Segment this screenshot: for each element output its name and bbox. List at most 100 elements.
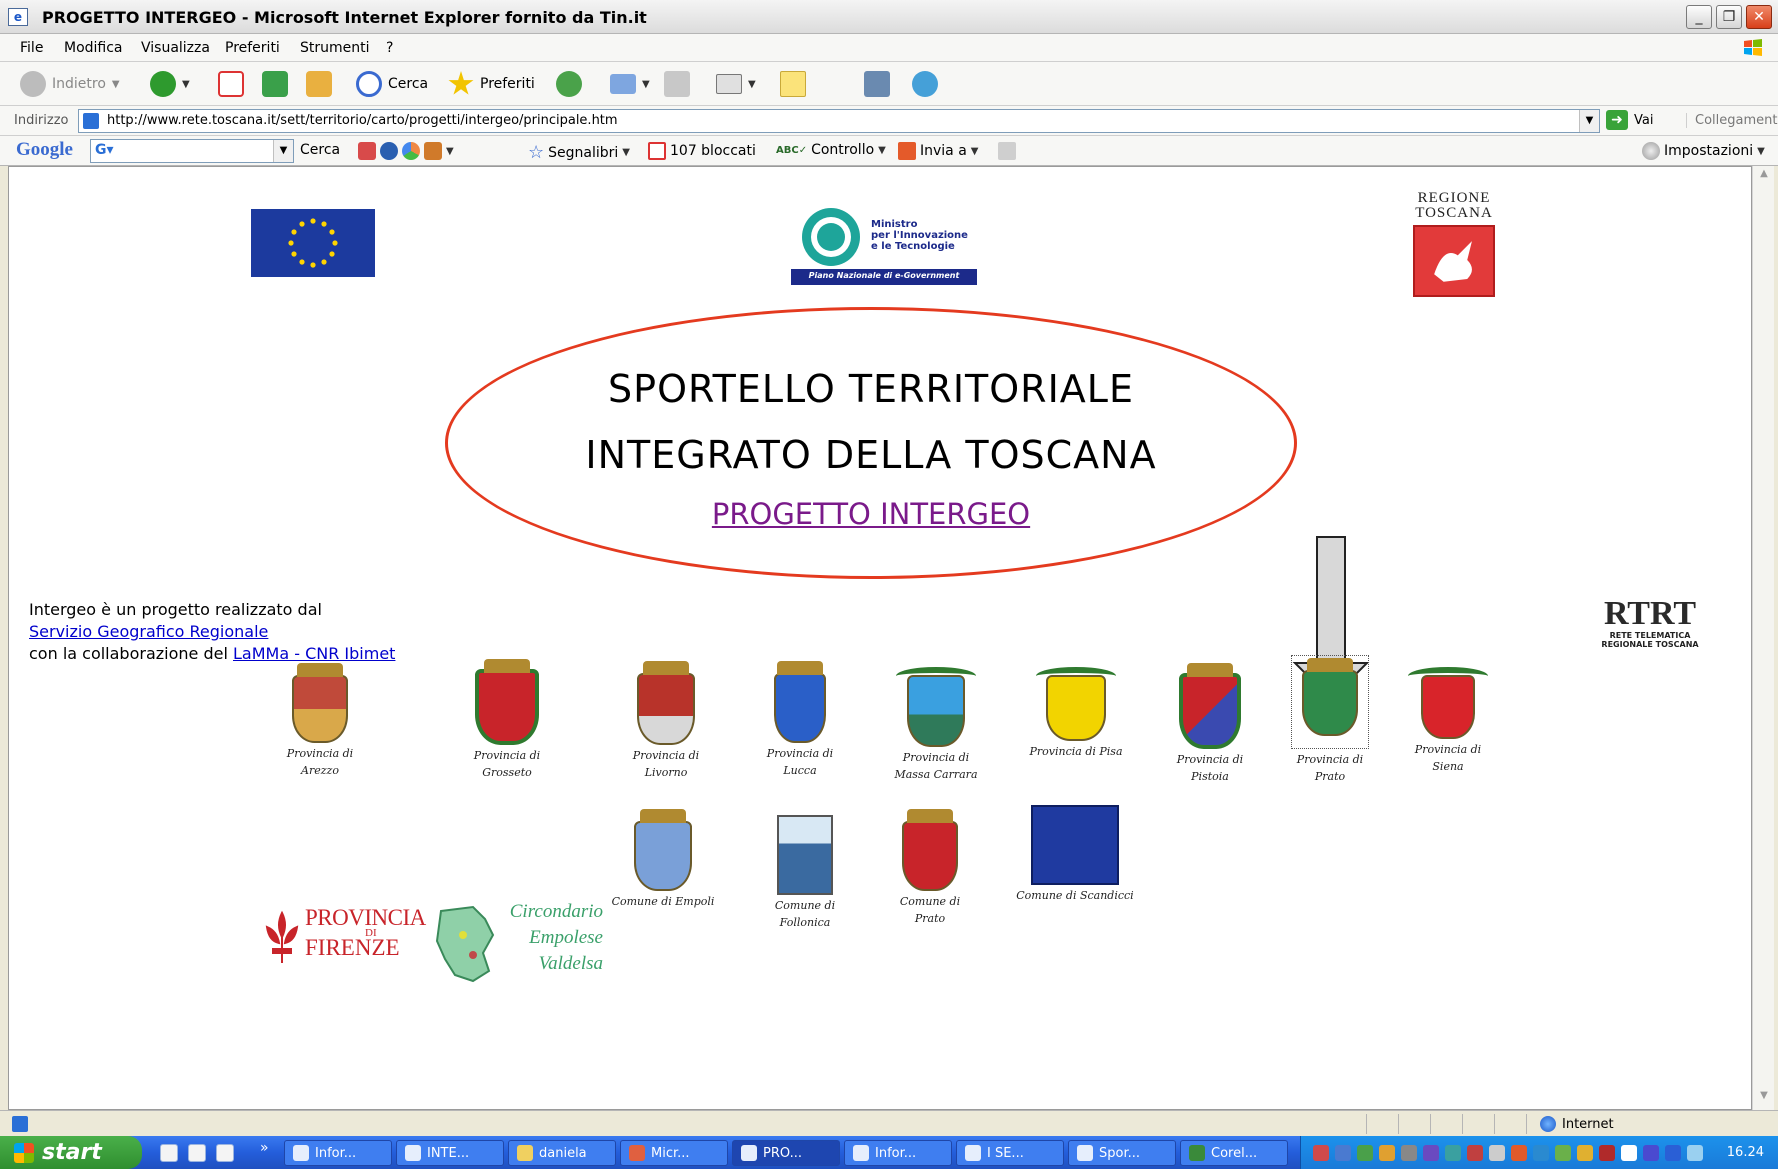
task-button-3[interactable]: daniela xyxy=(508,1140,616,1166)
scroll-up-icon[interactable]: ▲ xyxy=(1755,168,1773,186)
settings-label: Impostazioni xyxy=(1664,143,1754,159)
pencil-button[interactable] xyxy=(998,142,1016,160)
stop-button[interactable] xyxy=(218,68,244,100)
discuss-button[interactable] xyxy=(780,68,806,100)
lucca-coat-of-arms[interactable]: Provincia di Lucca xyxy=(755,659,845,777)
bookmarks-button[interactable]: ☆ Segnalibri ▼ xyxy=(528,142,630,163)
tray-icon-9[interactable] xyxy=(1489,1145,1505,1161)
popup-blocker-button[interactable]: 107 bloccati xyxy=(648,142,756,160)
highlight-icon[interactable] xyxy=(402,142,420,160)
search-button[interactable]: Cerca xyxy=(356,68,428,100)
google-search-button[interactable]: Cerca xyxy=(300,142,340,158)
scandicci-coat-of-arms[interactable]: Comune di Scandicci xyxy=(997,805,1153,902)
tray-icon-18[interactable] xyxy=(1687,1145,1703,1161)
arezzo-coat-of-arms[interactable]: Provincia di Arezzo xyxy=(275,661,365,777)
tray-icon-13[interactable] xyxy=(1577,1145,1593,1161)
chevron-down-icon[interactable]: ▼ xyxy=(446,146,454,157)
prato-province-coat-of-arms[interactable]: Provincia di Prato xyxy=(1285,655,1375,783)
comune-prato-coat-of-arms[interactable]: Comune di Prato xyxy=(885,807,975,925)
siena-coat-of-arms[interactable]: Provincia di Siena xyxy=(1403,661,1493,773)
start-label: start xyxy=(42,1140,102,1165)
chevron-down-icon[interactable]: ▼ xyxy=(1579,110,1599,132)
favorites-button[interactable]: Preferiti xyxy=(448,68,535,100)
home-button[interactable] xyxy=(306,68,332,100)
pistoia-coat-of-arms[interactable]: Provincia di Pistoia xyxy=(1165,659,1255,783)
task-button-7[interactable]: I SE... xyxy=(956,1140,1064,1166)
chevron-down-icon[interactable]: ▼ xyxy=(273,140,293,162)
tray-icon-8[interactable] xyxy=(1467,1145,1483,1161)
task-button-4[interactable]: Micr... xyxy=(620,1140,728,1166)
tray-icon-10[interactable] xyxy=(1511,1145,1527,1161)
messenger-button[interactable] xyxy=(912,68,938,100)
provincia-firenze-logo[interactable]: PROVINCIA FIRENZE DI xyxy=(261,905,426,969)
task-button-6[interactable]: Infor... xyxy=(844,1140,952,1166)
settings-button[interactable]: Impostazioni ▼ xyxy=(1642,142,1765,160)
vertical-scrollbar[interactable]: ▲ ▼ xyxy=(1752,166,1774,1110)
menu-modifica[interactable]: Modifica xyxy=(64,40,123,56)
servizio-geografico-link[interactable]: Servizio Geografico Regionale xyxy=(29,622,268,641)
tray-icon-14[interactable] xyxy=(1599,1145,1615,1161)
menu-preferiti[interactable]: Preferiti xyxy=(225,40,280,56)
pisa-coat-of-arms[interactable]: Provincia di Pisa xyxy=(1011,661,1141,758)
start-button[interactable]: start xyxy=(0,1136,142,1169)
research-button[interactable] xyxy=(864,68,890,100)
task-button-8[interactable]: Spor... xyxy=(1068,1140,1176,1166)
maximize-button[interactable]: ❐ xyxy=(1716,5,1742,29)
rtrt-logo[interactable]: RTRT RETE TELEMATICA REGIONALE TOSCANA xyxy=(1595,597,1705,657)
print-button[interactable] xyxy=(664,68,690,100)
address-input[interactable]: http://www.rete.toscana.it/sett/territor… xyxy=(78,109,1600,133)
menu-strumenti[interactable]: Strumenti xyxy=(300,40,370,56)
tray-icon-6[interactable] xyxy=(1423,1145,1439,1161)
tray-icon-3[interactable] xyxy=(1357,1145,1373,1161)
scroll-down-icon[interactable]: ▼ xyxy=(1755,1090,1773,1108)
links-button[interactable]: Collegamenti xyxy=(1686,113,1778,128)
google-search-input[interactable]: G▾ ▼ xyxy=(90,139,294,163)
forward-button[interactable]: ▼ xyxy=(150,68,190,100)
task-button-9[interactable]: Corel... xyxy=(1180,1140,1288,1166)
tray-icon-7[interactable] xyxy=(1445,1145,1461,1161)
ie-icon[interactable]: e xyxy=(8,8,28,26)
mail-button[interactable]: ▼ xyxy=(610,68,650,100)
tray-icon-2[interactable] xyxy=(1335,1145,1351,1161)
quicklaunch-media-icon[interactable] xyxy=(188,1144,206,1162)
quicklaunch-clock-icon[interactable] xyxy=(160,1144,178,1162)
circondario-empolese-logo[interactable]: Circondario Empolese Valdelsa xyxy=(433,899,603,987)
tray-icon-4[interactable] xyxy=(1379,1145,1395,1161)
massa-carrara-coat-of-arms[interactable]: Provincia di Massa Carrara xyxy=(881,661,991,781)
menu-help[interactable]: ? xyxy=(386,40,393,56)
tray-icon-15[interactable] xyxy=(1621,1145,1637,1161)
go-button[interactable]: ➜ Vai xyxy=(1606,110,1653,130)
livorno-coat-of-arms[interactable]: Provincia di Livorno xyxy=(621,659,711,779)
tray-icon-11[interactable] xyxy=(1533,1145,1549,1161)
menu-file[interactable]: File xyxy=(20,40,43,56)
back-button[interactable]: Indietro ▼ xyxy=(20,68,120,100)
follonica-coat-of-arms[interactable]: Comune di Follonica xyxy=(755,805,855,929)
refresh-button[interactable] xyxy=(262,68,288,100)
tray-icon-1[interactable] xyxy=(1313,1145,1329,1161)
quicklaunch-more-icon[interactable]: » xyxy=(260,1140,269,1156)
grosseto-coat-of-arms[interactable]: Provincia di Grosseto xyxy=(457,655,557,779)
task-button-1[interactable]: Infor... xyxy=(284,1140,392,1166)
close-button[interactable]: ✕ xyxy=(1746,5,1772,29)
pistoia-caption-2: Pistoia xyxy=(1191,770,1229,783)
spellcheck-button[interactable]: ABC✓ Controllo ▼ xyxy=(776,142,886,158)
task-button-5[interactable]: PRO... xyxy=(732,1140,840,1166)
minimize-button[interactable]: _ xyxy=(1686,5,1712,29)
news-icon[interactable] xyxy=(358,142,376,160)
tray-icon-12[interactable] xyxy=(1555,1145,1571,1161)
progetto-intergeo-link[interactable]: PROGETTO INTERGEO xyxy=(445,497,1297,531)
menu-visualizza[interactable]: Visualizza xyxy=(141,40,210,56)
bluetooth-icon[interactable] xyxy=(1665,1145,1681,1161)
quicklaunch-ie-icon[interactable] xyxy=(216,1144,234,1162)
edit-button[interactable]: ▼ xyxy=(716,68,756,100)
tray-icon-5[interactable] xyxy=(1401,1145,1417,1161)
tray-icon-16[interactable] xyxy=(1643,1145,1659,1161)
empoli-coat-of-arms[interactable]: Comune di Empoli xyxy=(595,807,731,908)
history-button[interactable] xyxy=(556,68,582,100)
google-logo[interactable]: Google xyxy=(16,139,73,161)
page-rank-icon[interactable] xyxy=(424,142,442,160)
globe-icon[interactable] xyxy=(380,142,398,160)
send-to-button[interactable]: Invia a ▼ xyxy=(898,142,979,160)
task-label-7: I SE... xyxy=(987,1145,1024,1161)
task-button-2[interactable]: INTE... xyxy=(396,1140,504,1166)
